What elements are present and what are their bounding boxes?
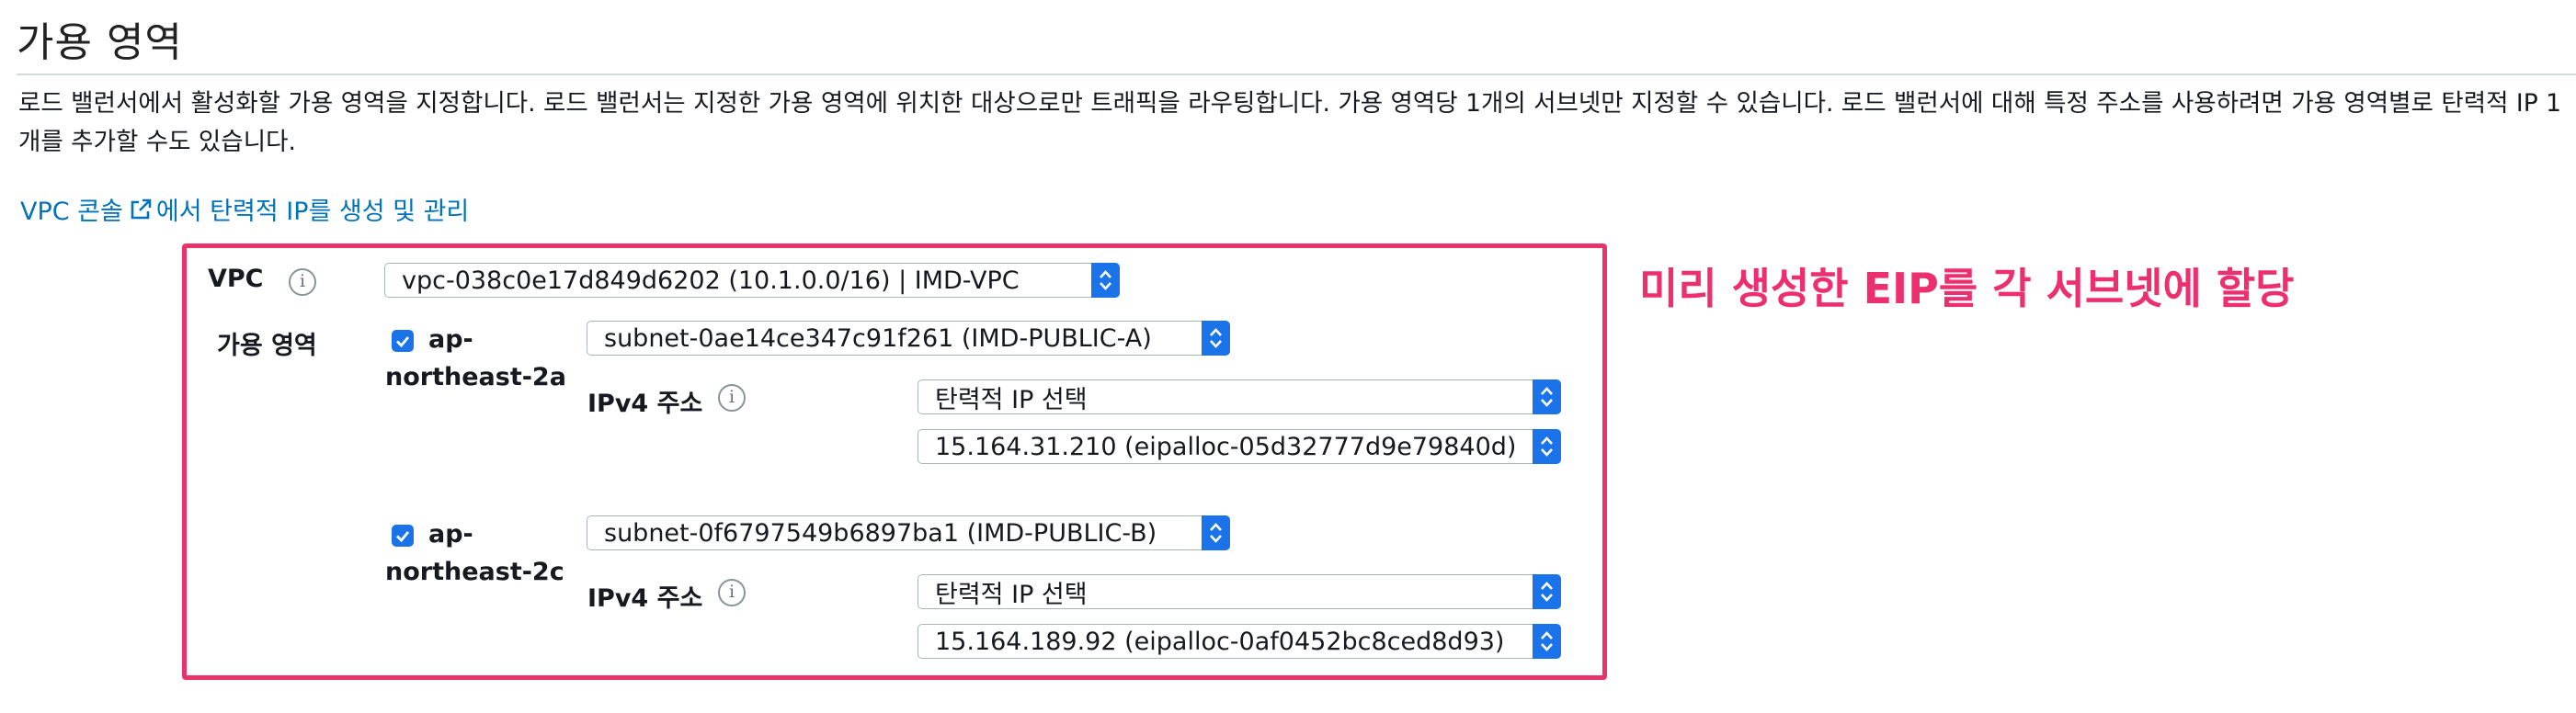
select-stepper-icon <box>1202 515 1230 550</box>
link-prefix[interactable]: VPC 콘솔 <box>20 191 123 227</box>
eip-select-2a[interactable]: 15.164.31.210 (eipalloc-05d32777d9e79840… <box>918 429 1561 464</box>
title-divider <box>17 74 2576 75</box>
az-name-2c-line2: northeast-2c <box>385 558 564 586</box>
external-link-icon <box>131 198 152 219</box>
ip-mode-value-2a: 탄력적 IP 선택 <box>935 385 1088 414</box>
subnet-value-2c: subnet-0f6797549b6897ba1 (IMD-PUBLIC-B) <box>604 518 1157 548</box>
az-label: 가용 영역 <box>217 332 317 360</box>
ip-mode-select-2c[interactable]: 탄력적 IP 선택 <box>918 574 1561 609</box>
section-title: 가용 영역 <box>17 19 183 66</box>
info-icon[interactable]: i <box>289 268 316 296</box>
select-stepper-icon <box>1091 263 1120 298</box>
info-icon[interactable]: i <box>718 579 746 606</box>
select-stepper-icon <box>1202 321 1230 356</box>
eip-value-2a: 15.164.31.210 (eipalloc-05d32777d9e79840… <box>935 432 1517 461</box>
ip-mode-select-2a[interactable]: 탄력적 IP 선택 <box>918 379 1561 414</box>
az-name-2a-line2: northeast-2a <box>385 363 566 391</box>
section-description: 로드 밸런서에서 활성화할 가용 영역을 지정합니다. 로드 밸런서는 지정한 … <box>18 89 2561 156</box>
vpc-label: VPC <box>208 265 264 293</box>
az-name-2c-line1: ap- <box>428 520 473 549</box>
info-icon[interactable]: i <box>718 384 746 412</box>
select-stepper-icon <box>1533 574 1561 609</box>
eip-value-2c: 15.164.189.92 (eipalloc-0af0452bc8ced8d9… <box>935 627 1505 656</box>
select-stepper-icon <box>1533 624 1561 659</box>
az-checkbox-2c[interactable] <box>392 525 414 547</box>
vpc-console-link[interactable]: VPC 콘솔 에서 탄력적 IP를 생성 및 관리 <box>20 191 469 227</box>
annotation-text: 미리 생성한 EIP를 각 서브넷에 할당 <box>1639 264 2295 313</box>
vpc-select-value: vpc-038c0e17d849d6202 (10.1.0.0/16) | IM… <box>402 266 1020 295</box>
subnet-select-2c[interactable]: subnet-0f6797549b6897ba1 (IMD-PUBLIC-B) <box>587 515 1230 550</box>
ip-mode-value-2c: 탄력적 IP 선택 <box>935 580 1088 609</box>
checkmark-icon <box>396 531 410 543</box>
subnet-select-2a[interactable]: subnet-0ae14ce347c91f261 (IMD-PUBLIC-A) <box>587 321 1230 356</box>
ipv4-label-2c: IPv4 주소 <box>587 584 703 613</box>
az-name-2a-line1: ap- <box>428 325 473 354</box>
checkmark-icon <box>396 336 410 348</box>
link-suffix[interactable]: 에서 탄력적 IP를 생성 및 관리 <box>156 191 469 227</box>
eip-select-2c[interactable]: 15.164.189.92 (eipalloc-0af0452bc8ced8d9… <box>918 624 1561 659</box>
select-stepper-icon <box>1533 379 1561 414</box>
subnet-value-2a: subnet-0ae14ce347c91f261 (IMD-PUBLIC-A) <box>604 323 1152 353</box>
az-checkbox-2a[interactable] <box>392 330 414 352</box>
ipv4-label-2a: IPv4 주소 <box>587 390 703 418</box>
vpc-select[interactable]: vpc-038c0e17d849d6202 (10.1.0.0/16) | IM… <box>384 263 1120 298</box>
select-stepper-icon <box>1533 429 1561 464</box>
